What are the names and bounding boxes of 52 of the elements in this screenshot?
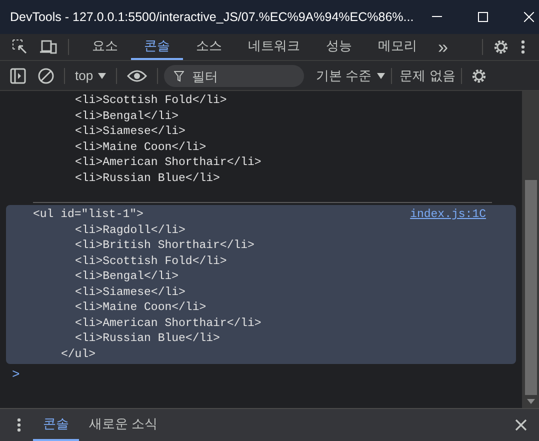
code-line: <li>Ragdoll</li> [75,222,186,238]
code-line: <li>Maine Coon</li> [75,300,206,316]
inspect-element-icon[interactable] [12,39,28,55]
eye-icon[interactable] [127,68,148,82]
clear-console-icon[interactable] [38,68,54,84]
close-icon [524,12,534,22]
console-message[interactable] [6,205,516,364]
more-tabs-button[interactable]: » [438,34,448,60]
panel-tab[interactable]: 네트워크 [235,34,313,60]
device-toolbar-icon[interactable] [40,39,58,55]
panel-tab[interactable]: 요소 [79,34,131,60]
caret-icon [98,72,106,78]
log-levels-dropdown[interactable]: 기본 수준 [316,66,385,86]
code-line: <li>Russian Blue</li> [75,170,220,186]
code-line: </ul> [61,346,96,362]
code-line: <li>Bengal</li> [75,269,179,284]
drawer-tab[interactable]: 콘솔 [33,409,79,441]
filter-field[interactable]: 필터 [164,65,304,87]
close-icon [515,419,527,431]
code-line: <li>Russian Blue</li> [75,331,220,346]
window-title: DevTools - 127.0.0.1:5500/interactive_JS/07.%EC%9A%94%EC%86%... [10,8,414,26]
close-drawer-button[interactable] [515,419,527,431]
code-line: <li>Siamese</li> [75,124,186,140]
panel-tab[interactable]: 소스 [183,34,235,60]
console-message[interactable]: <li>Scottish Fold</li> <li>Bengal</li> <li>Siamese</li> <li>Maine Coon</li> <li>American Shorthair</li> <li>Russian Blue</li> [6,91,516,188]
console-prompt[interactable]: > [12,364,522,384]
code-line: <li>Bengal</li> [75,108,179,124]
more-options-icon[interactable] [521,40,525,54]
panel-tab[interactable]: 성능 [313,34,365,60]
code-line: <li>Maine Coon</li> [75,140,206,155]
settings-icon[interactable] [493,39,509,55]
sidebar-toggle-icon[interactable] [10,68,26,84]
code-line: <ul id="list-1"> [33,207,144,222]
maximize-icon [478,12,488,22]
context-dropdown[interactable]: top [75,66,106,86]
panel-tab[interactable]: 메모리 [365,34,430,60]
code-line: <li>Scottish Fold</li> [75,254,227,269]
code-line: <li>American Shorthair</li> [75,155,262,170]
code-line: <li>Siamese</li> [75,284,186,300]
code-line: <li>British Shorthair</li> [75,238,254,254]
issues-button[interactable]: 문제 없음 [400,66,456,86]
minimize-icon [432,16,442,18]
source-link[interactable]: index.js:1C [410,207,486,222]
filter-icon [174,70,184,82]
console-settings-icon[interactable] [471,68,488,84]
scroll-down-icon[interactable] [526,399,534,404]
more-options-icon[interactable] [17,418,21,432]
code-line: <li>American Shorthair</li> [75,316,262,331]
scrollbar[interactable] [522,91,539,408]
drawer-tab[interactable]: 새로운 소식 [79,409,168,441]
code-line: <li>Scottish Fold</li> [75,93,227,108]
caret-icon [376,72,385,78]
